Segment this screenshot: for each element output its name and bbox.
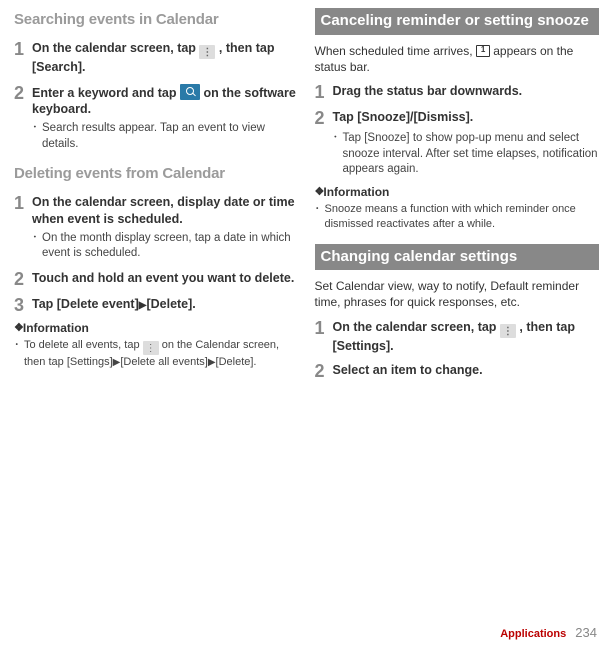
bullet: ･ On the month display screen, tap a dat…: [32, 231, 299, 262]
step-search-2: 2 Enter a keyword and tap on the softwar…: [14, 84, 299, 118]
heading-changing: Changing calendar settings: [315, 244, 600, 271]
step-title: Select an item to change.: [333, 362, 600, 378]
step-number: 2: [14, 270, 32, 288]
step-number: 2: [315, 362, 333, 380]
step-del-3: 3 Tap [Delete event]▶[Delete].: [14, 296, 299, 314]
step-body: On the calendar screen, tap , then tap […: [32, 40, 299, 75]
step-body: Enter a keyword and tap on the software …: [32, 84, 299, 118]
left-column: Searching events in Calendar 1 On the ca…: [0, 0, 305, 648]
txt: Information: [323, 185, 389, 199]
search-icon: [180, 84, 200, 100]
step-settings-2: 2 Select an item to change.: [315, 362, 600, 380]
txt: [Delete all events]: [120, 356, 207, 368]
step-title: Tap [Snooze]/[Dismiss].: [333, 109, 600, 125]
step-body: Drag the status bar downwards.: [333, 83, 600, 101]
bullet-text: On the month display screen, tap a date …: [42, 231, 299, 262]
step-number: 1: [14, 40, 32, 75]
bullet-dot: ･: [333, 131, 343, 178]
bullet-dot: ･: [32, 121, 42, 152]
page-number: 234: [575, 625, 597, 640]
step-number: 3: [14, 296, 32, 314]
step-title: On the calendar screen, tap , then tap […: [333, 319, 600, 354]
txt: Tap [Delete event]: [32, 297, 139, 311]
bullet: ･ Tap [Snooze] to show pop-up menu and s…: [333, 131, 600, 178]
txt: On the calendar screen, tap: [32, 41, 199, 55]
step-number: 1: [315, 83, 333, 101]
txt: On the calendar screen, tap: [333, 320, 500, 334]
step-del-2: 2 Touch and hold an event you want to de…: [14, 270, 299, 288]
bullet-dot: ･: [14, 338, 24, 370]
step-title: Drag the status bar downwards.: [333, 83, 600, 99]
step-body: Touch and hold an event you want to dele…: [32, 270, 299, 288]
page: Searching events in Calendar 1 On the ca…: [0, 0, 609, 648]
txt: [Delete].: [146, 297, 195, 311]
bullet-dot: ･: [315, 202, 325, 232]
right-column: Canceling reminder or setting snooze Whe…: [305, 0, 609, 648]
arrow-icon: ▶: [208, 357, 216, 368]
txt: To delete all events, tap: [24, 339, 143, 351]
step-snooze-2: 2 Tap [Snooze]/[Dismiss].: [315, 109, 600, 127]
footer-section: Applications: [500, 628, 566, 640]
step-body: Tap [Snooze]/[Dismiss].: [333, 109, 600, 127]
menu-dots-icon: [143, 341, 159, 355]
step-body: Select an item to change.: [333, 362, 600, 380]
paragraph: When scheduled time arrives, appears on …: [315, 43, 600, 75]
reminder-icon: [476, 45, 490, 57]
bullet-dot: ･: [32, 231, 42, 262]
step-settings-1: 1 On the calendar screen, tap , then tap…: [315, 319, 600, 354]
step-title: On the calendar screen, tap , then tap […: [32, 40, 299, 75]
bullet: ･ Search results appear. Tap an event to…: [32, 121, 299, 152]
txt: [Delete].: [216, 356, 257, 368]
info-text: Snooze means a function with which remin…: [325, 202, 600, 232]
txt: Enter a keyword and tap: [32, 86, 180, 100]
step-title: On the calendar screen, display date or …: [32, 194, 299, 227]
txt: Information: [23, 321, 89, 335]
step-number: 2: [315, 109, 333, 127]
footer: Applications 234: [500, 624, 597, 642]
txt: When scheduled time arrives,: [315, 44, 476, 58]
paragraph: Set Calendar view, way to notify, Defaul…: [315, 278, 600, 310]
step-title: Tap [Delete event]▶[Delete].: [32, 296, 299, 312]
information-heading: ❖Information: [315, 184, 600, 200]
step-body: Tap [Delete event]▶[Delete].: [32, 296, 299, 314]
heading-searching: Searching events in Calendar: [14, 10, 299, 30]
bullet-text: Search results appear. Tap an event to v…: [42, 121, 299, 152]
step-number: 1: [14, 194, 32, 227]
information-heading: ❖Information: [14, 320, 299, 336]
diamond-icon: ❖: [14, 322, 23, 334]
step-del-1: 1 On the calendar screen, display date o…: [14, 194, 299, 227]
step-title: Enter a keyword and tap on the software …: [32, 84, 299, 118]
step-search-1: 1 On the calendar screen, tap , then tap…: [14, 40, 299, 75]
heading-canceling: Canceling reminder or setting snooze: [315, 8, 600, 35]
bullet-text: Tap [Snooze] to show pop-up menu and sel…: [343, 131, 600, 178]
info-text: To delete all events, tap on the Calenda…: [24, 338, 299, 370]
heading-deleting: Deleting events from Calendar: [14, 164, 299, 184]
step-snooze-1: 1 Drag the status bar downwards.: [315, 83, 600, 101]
step-number: 2: [14, 84, 32, 118]
info-bullet: ･ To delete all events, tap on the Calen…: [14, 338, 299, 370]
info-bullet: ･ Snooze means a function with which rem…: [315, 202, 600, 232]
menu-dots-icon: [500, 324, 516, 338]
step-title: Touch and hold an event you want to dele…: [32, 270, 299, 286]
menu-dots-icon: [199, 45, 215, 59]
step-number: 1: [315, 319, 333, 354]
step-body: On the calendar screen, tap , then tap […: [333, 319, 600, 354]
step-body: On the calendar screen, display date or …: [32, 194, 299, 227]
